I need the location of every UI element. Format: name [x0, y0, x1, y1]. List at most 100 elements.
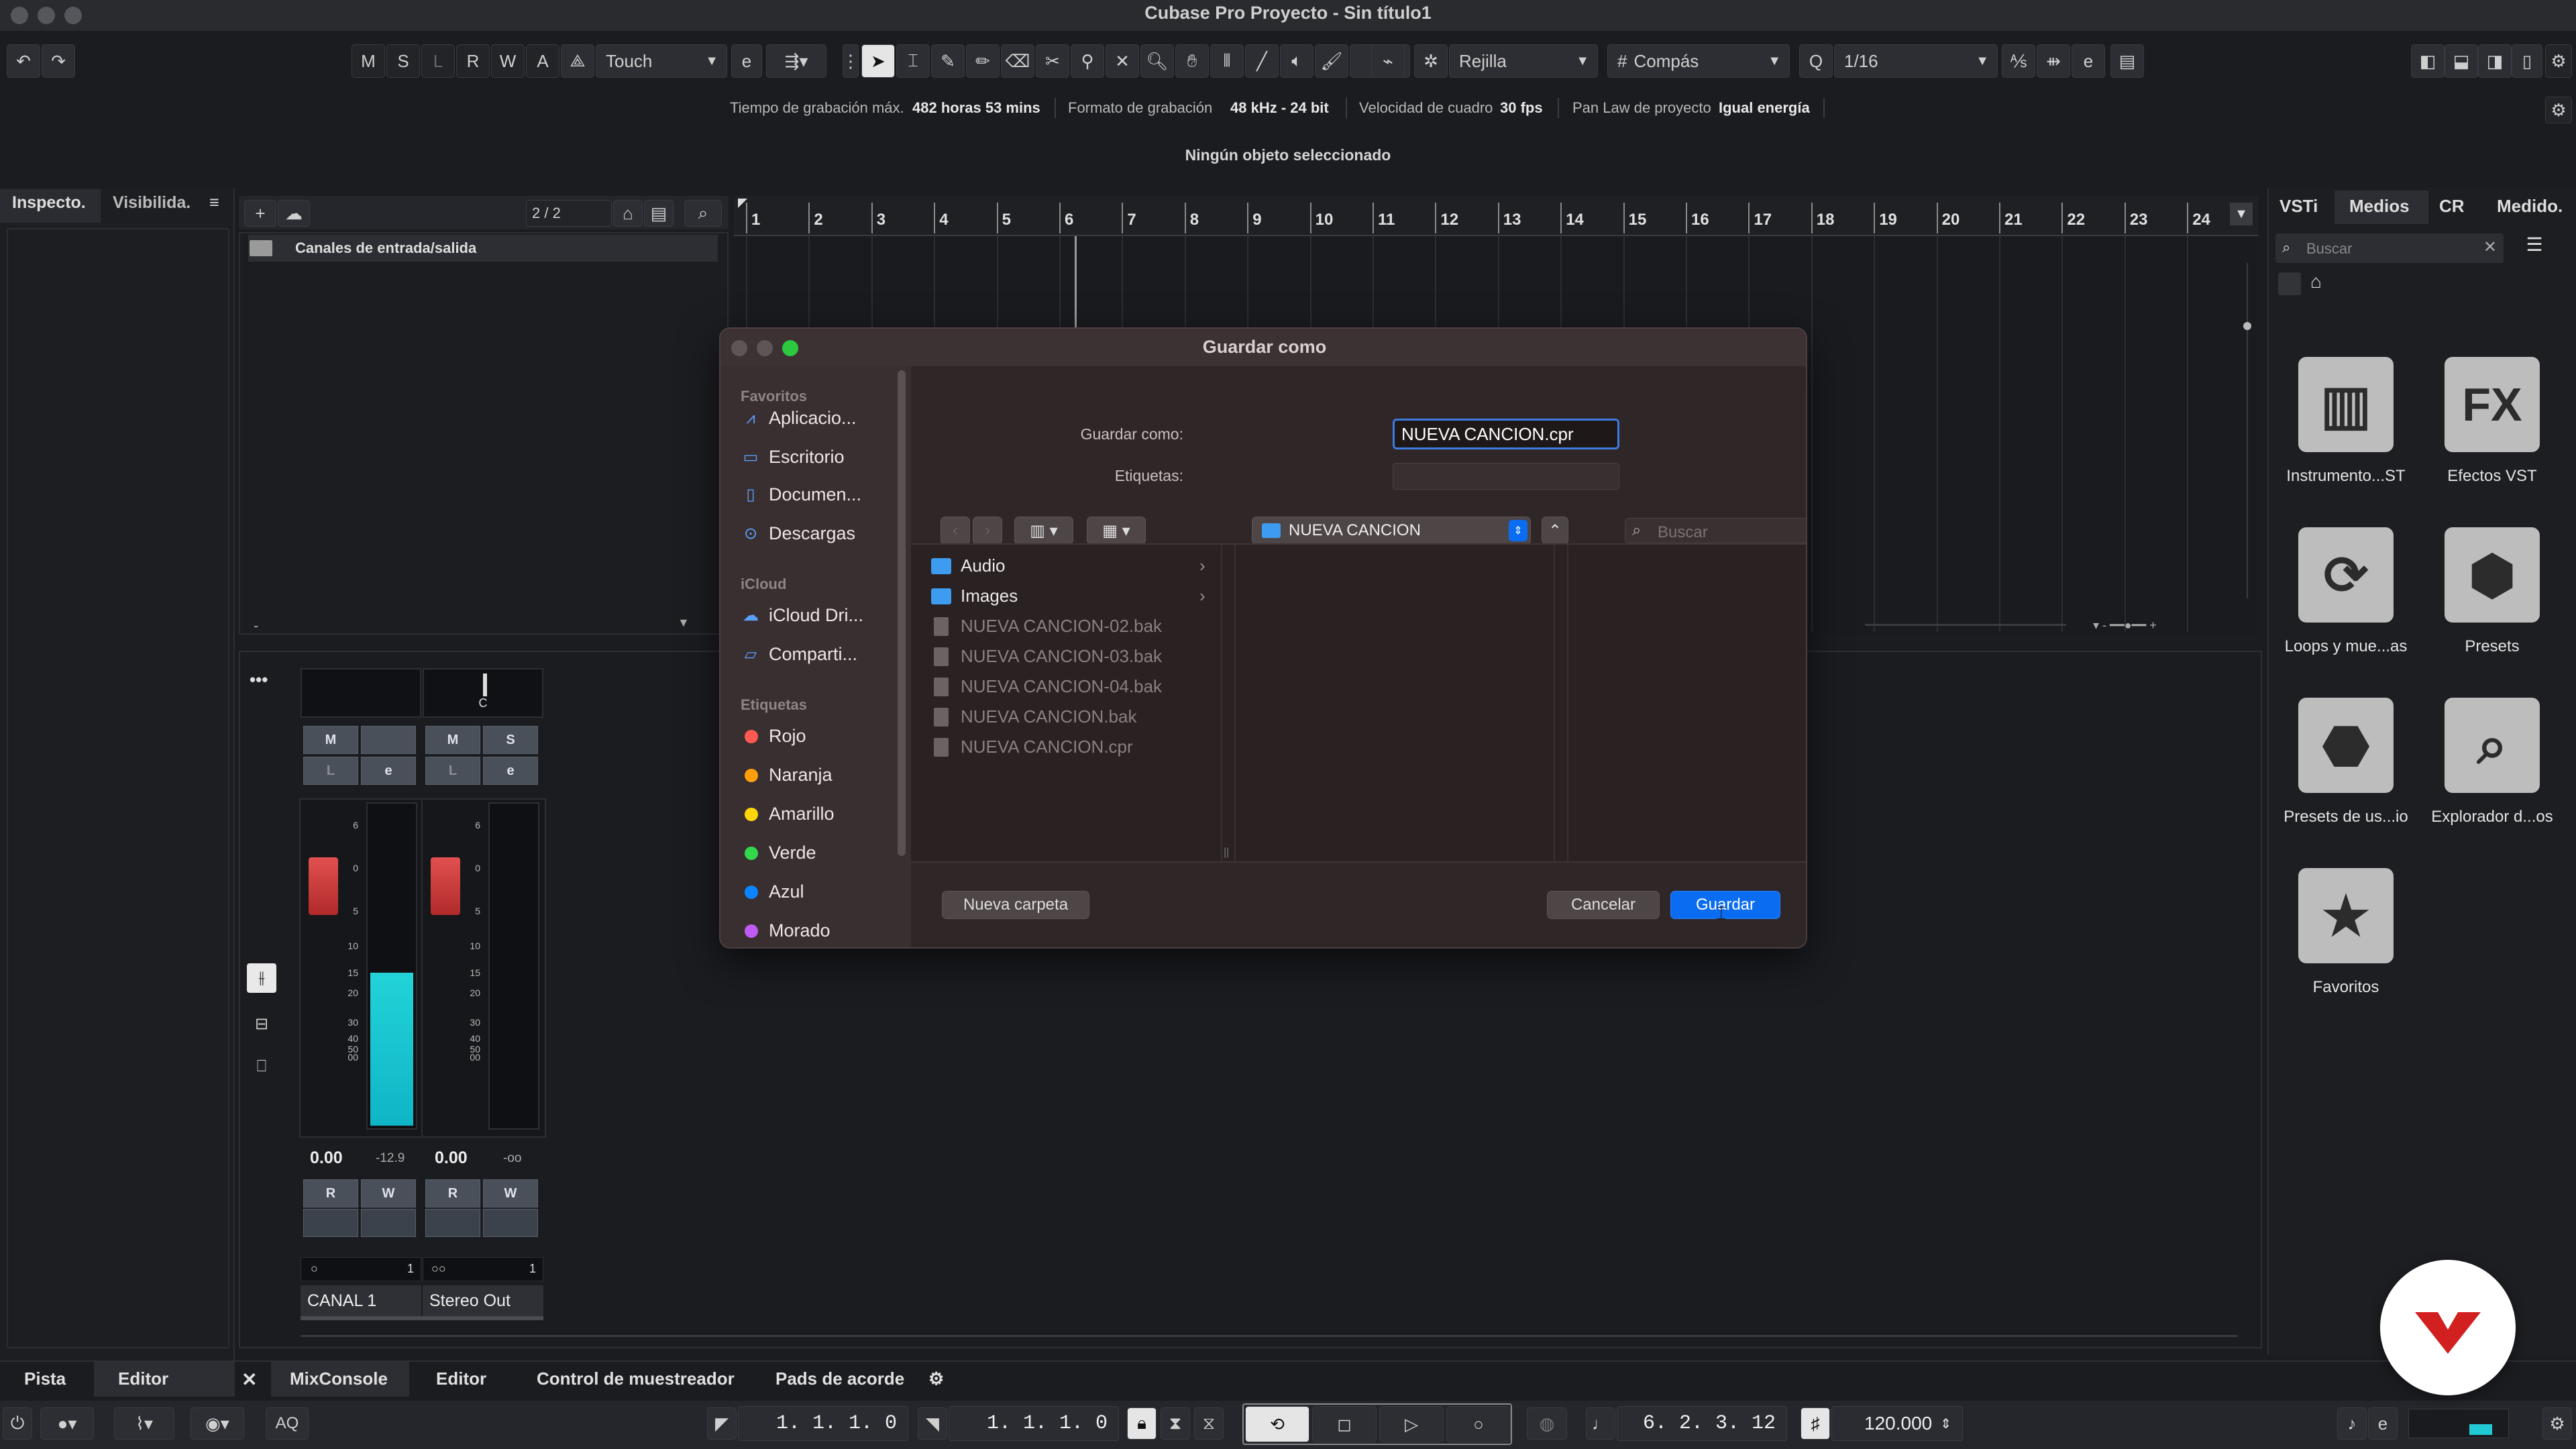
tab-media[interactable]: Medios	[2349, 196, 2410, 217]
left-locator-field[interactable]: 1. 1. 1. 0	[738, 1406, 908, 1441]
sidebar-tag-morado[interactable]: Morado	[741, 920, 830, 941]
ch2-edit-button[interactable]: e	[483, 757, 538, 785]
fader-view-icon[interactable]: ⫳	[247, 963, 276, 993]
tab-editor[interactable]: Editor	[436, 1368, 486, 1389]
mute-mode-button[interactable]: M	[352, 44, 385, 78]
tab-mixconsole[interactable]: MixConsole	[290, 1368, 388, 1389]
glue-tool[interactable]: ⚲	[1071, 44, 1104, 78]
tab-track[interactable]: Pista	[24, 1368, 66, 1389]
ch1-volume-fader[interactable]	[309, 857, 338, 915]
sidebar-item-applications[interactable]: ⩘ Aplicacio...	[741, 408, 856, 429]
draw-tool[interactable]: ✏	[966, 44, 1000, 78]
track-search-icon[interactable]: ⌕	[684, 200, 722, 227]
ch2-mute-button[interactable]: M	[425, 726, 480, 754]
ch1-pan-display[interactable]	[301, 668, 421, 718]
column-view-button[interactable]: ▥ ▾	[1014, 517, 1073, 545]
file-row[interactable]: NUEVA CANCION.cpr	[931, 737, 1133, 757]
sidebar-tag-naranja[interactable]: Naranja	[741, 765, 833, 786]
expand-dialog-button[interactable]: ⌃	[1542, 517, 1568, 545]
media-search-box[interactable]: ⌕ Buscar ✕	[2275, 233, 2504, 263]
toolbar-settings-icon[interactable]: ⚙	[2545, 44, 2572, 78]
lower-zone-toggle[interactable]: ⬓	[2445, 44, 2478, 78]
add-track-from-preset-button[interactable]: ☁	[278, 200, 310, 227]
folder-row[interactable]: Audio ›	[931, 555, 1205, 576]
media-tile[interactable]: ⟳	[2298, 527, 2394, 623]
undo-button[interactable]: ↶	[7, 44, 40, 78]
media-tile[interactable]: ⬣	[2298, 698, 2394, 793]
back-nav-button[interactable]: ‹	[941, 517, 970, 545]
stop-button[interactable]: ◻	[1312, 1406, 1377, 1442]
dialog-search-input[interactable]: ⌕ Buscar	[1625, 518, 1806, 543]
punch-in-icon[interactable]: ⧗	[1161, 1407, 1190, 1440]
new-folder-button[interactable]: Nueva carpeta	[942, 891, 1089, 919]
ch2-pan-display[interactable]: C	[423, 668, 543, 718]
snap-type-dropdown[interactable]: Rejilla ▼	[1449, 44, 1598, 78]
column-resize-handle[interactable]: ||	[1224, 847, 1229, 859]
ruler-menu-icon[interactable]: ▼	[2230, 203, 2253, 225]
snap-toggle-icon[interactable]: ⌁	[1371, 44, 1405, 78]
ch1-read-button[interactable]: R	[303, 1179, 358, 1208]
add-track-button[interactable]: +	[244, 200, 276, 227]
ch1-extra-slot-2[interactable]	[361, 1209, 416, 1237]
right-locator-icon[interactable]: ◥	[918, 1407, 947, 1440]
forward-nav-button[interactable]: ›	[973, 517, 1002, 545]
infoline-settings-icon[interactable]: ⚙	[2545, 97, 2572, 123]
redo-button[interactable]: ↷	[42, 44, 75, 78]
track-visibility-icon[interactable]: ⌂	[613, 200, 643, 227]
list-view-icon[interactable]: ☰	[2520, 233, 2549, 263]
filename-input[interactable]	[1393, 419, 1619, 449]
cancel-button[interactable]: Cancelar	[1547, 891, 1660, 919]
vertical-zoom-bar[interactable]	[2239, 236, 2255, 635]
quantize-dropdown[interactable]: 1/16 ▼	[1834, 44, 1998, 78]
sidebar-tag-verde[interactable]: Verde	[741, 843, 816, 863]
ch1-write-button[interactable]: W	[361, 1179, 416, 1208]
object-selection-tool[interactable]: ➤	[861, 44, 895, 78]
tempo-field[interactable]: 120.000 ⇕	[1831, 1406, 1963, 1441]
automation-panel-button[interactable]: A	[526, 44, 559, 78]
project-cursor[interactable]	[1075, 236, 1077, 330]
ch1-name[interactable]: CANAL 1	[301, 1285, 421, 1316]
range-selection-tool[interactable]: ⌶	[896, 44, 930, 78]
media-tile[interactable]: ★	[2298, 868, 2394, 963]
sidebar-tag-azul[interactable]: Azul	[741, 881, 804, 902]
ch1-solo-button[interactable]	[361, 726, 416, 754]
metronome-icon[interactable]: ♩	[1586, 1407, 1615, 1440]
meter-bridge-icon[interactable]: ⎕	[247, 1052, 276, 1081]
transport-settings-icon[interactable]: ⚙	[2542, 1407, 2572, 1440]
mute-tool[interactable]: ✕	[1106, 44, 1139, 78]
lock-icon[interactable]: 🔒︎	[1127, 1407, 1157, 1440]
frame-rate-value[interactable]: 30 fps	[1500, 99, 1543, 116]
play-tool[interactable]: 🔈︎	[1280, 44, 1313, 78]
ch2-volume-fader[interactable]	[431, 857, 460, 915]
ch2-extra-slot[interactable]	[425, 1209, 480, 1237]
midi-activity-dropdown[interactable]: ◉▾	[191, 1407, 244, 1440]
color-tool[interactable]: 🖌︎	[1315, 44, 1348, 78]
horizontal-zoom-slider[interactable]: ▾ - ━━●━━ +	[2093, 619, 2157, 633]
listen-mode-button[interactable]: L	[421, 44, 455, 78]
autoscroll-button[interactable]: ⇶▾	[766, 44, 826, 78]
tempo-track-icon[interactable]: ♯	[1801, 1407, 1830, 1440]
track-list-icon[interactable]: ▤	[644, 200, 674, 227]
tab-meter[interactable]: Medido.	[2497, 196, 2563, 217]
file-row[interactable]: NUEVA CANCION-03.bak	[931, 646, 1162, 667]
automation-mode-dropdown[interactable]: Touch ▼	[596, 44, 727, 78]
media-tile[interactable]: ▥	[2298, 357, 2394, 452]
sidebar-item-documents[interactable]: ▯ Documen...	[741, 484, 861, 505]
sidebar-scrollbar[interactable]	[898, 370, 906, 856]
ch2-extra-slot-2[interactable]	[483, 1209, 538, 1237]
close-lower-zone-icon[interactable]: ✕	[241, 1368, 257, 1391]
erase-tool[interactable]: ⌫	[1001, 44, 1034, 78]
file-row[interactable]: NUEVA CANCION-02.bak	[931, 616, 1162, 637]
hand-tool[interactable]: ✋︎	[1175, 44, 1209, 78]
line-tool[interactable]: ╱	[1245, 44, 1279, 78]
group-view-button[interactable]: ▦ ▾	[1087, 517, 1146, 545]
back-button[interactable]	[2278, 272, 2301, 295]
file-row[interactable]: NUEVA CANCION-04.bak	[931, 676, 1162, 697]
snap-on-button[interactable]: ✲	[1414, 44, 1448, 78]
media-tile[interactable]: ⬢	[2445, 527, 2540, 623]
ch2-input-routing[interactable]: ○○ 1	[423, 1257, 543, 1281]
solo-mode-button[interactable]: S	[386, 44, 420, 78]
left-locator-icon[interactable]: ◤	[707, 1407, 737, 1440]
folder-track-row[interactable]: Canales de entrada/salida	[248, 235, 718, 262]
tab-editor-left[interactable]: Editor	[118, 1368, 168, 1389]
